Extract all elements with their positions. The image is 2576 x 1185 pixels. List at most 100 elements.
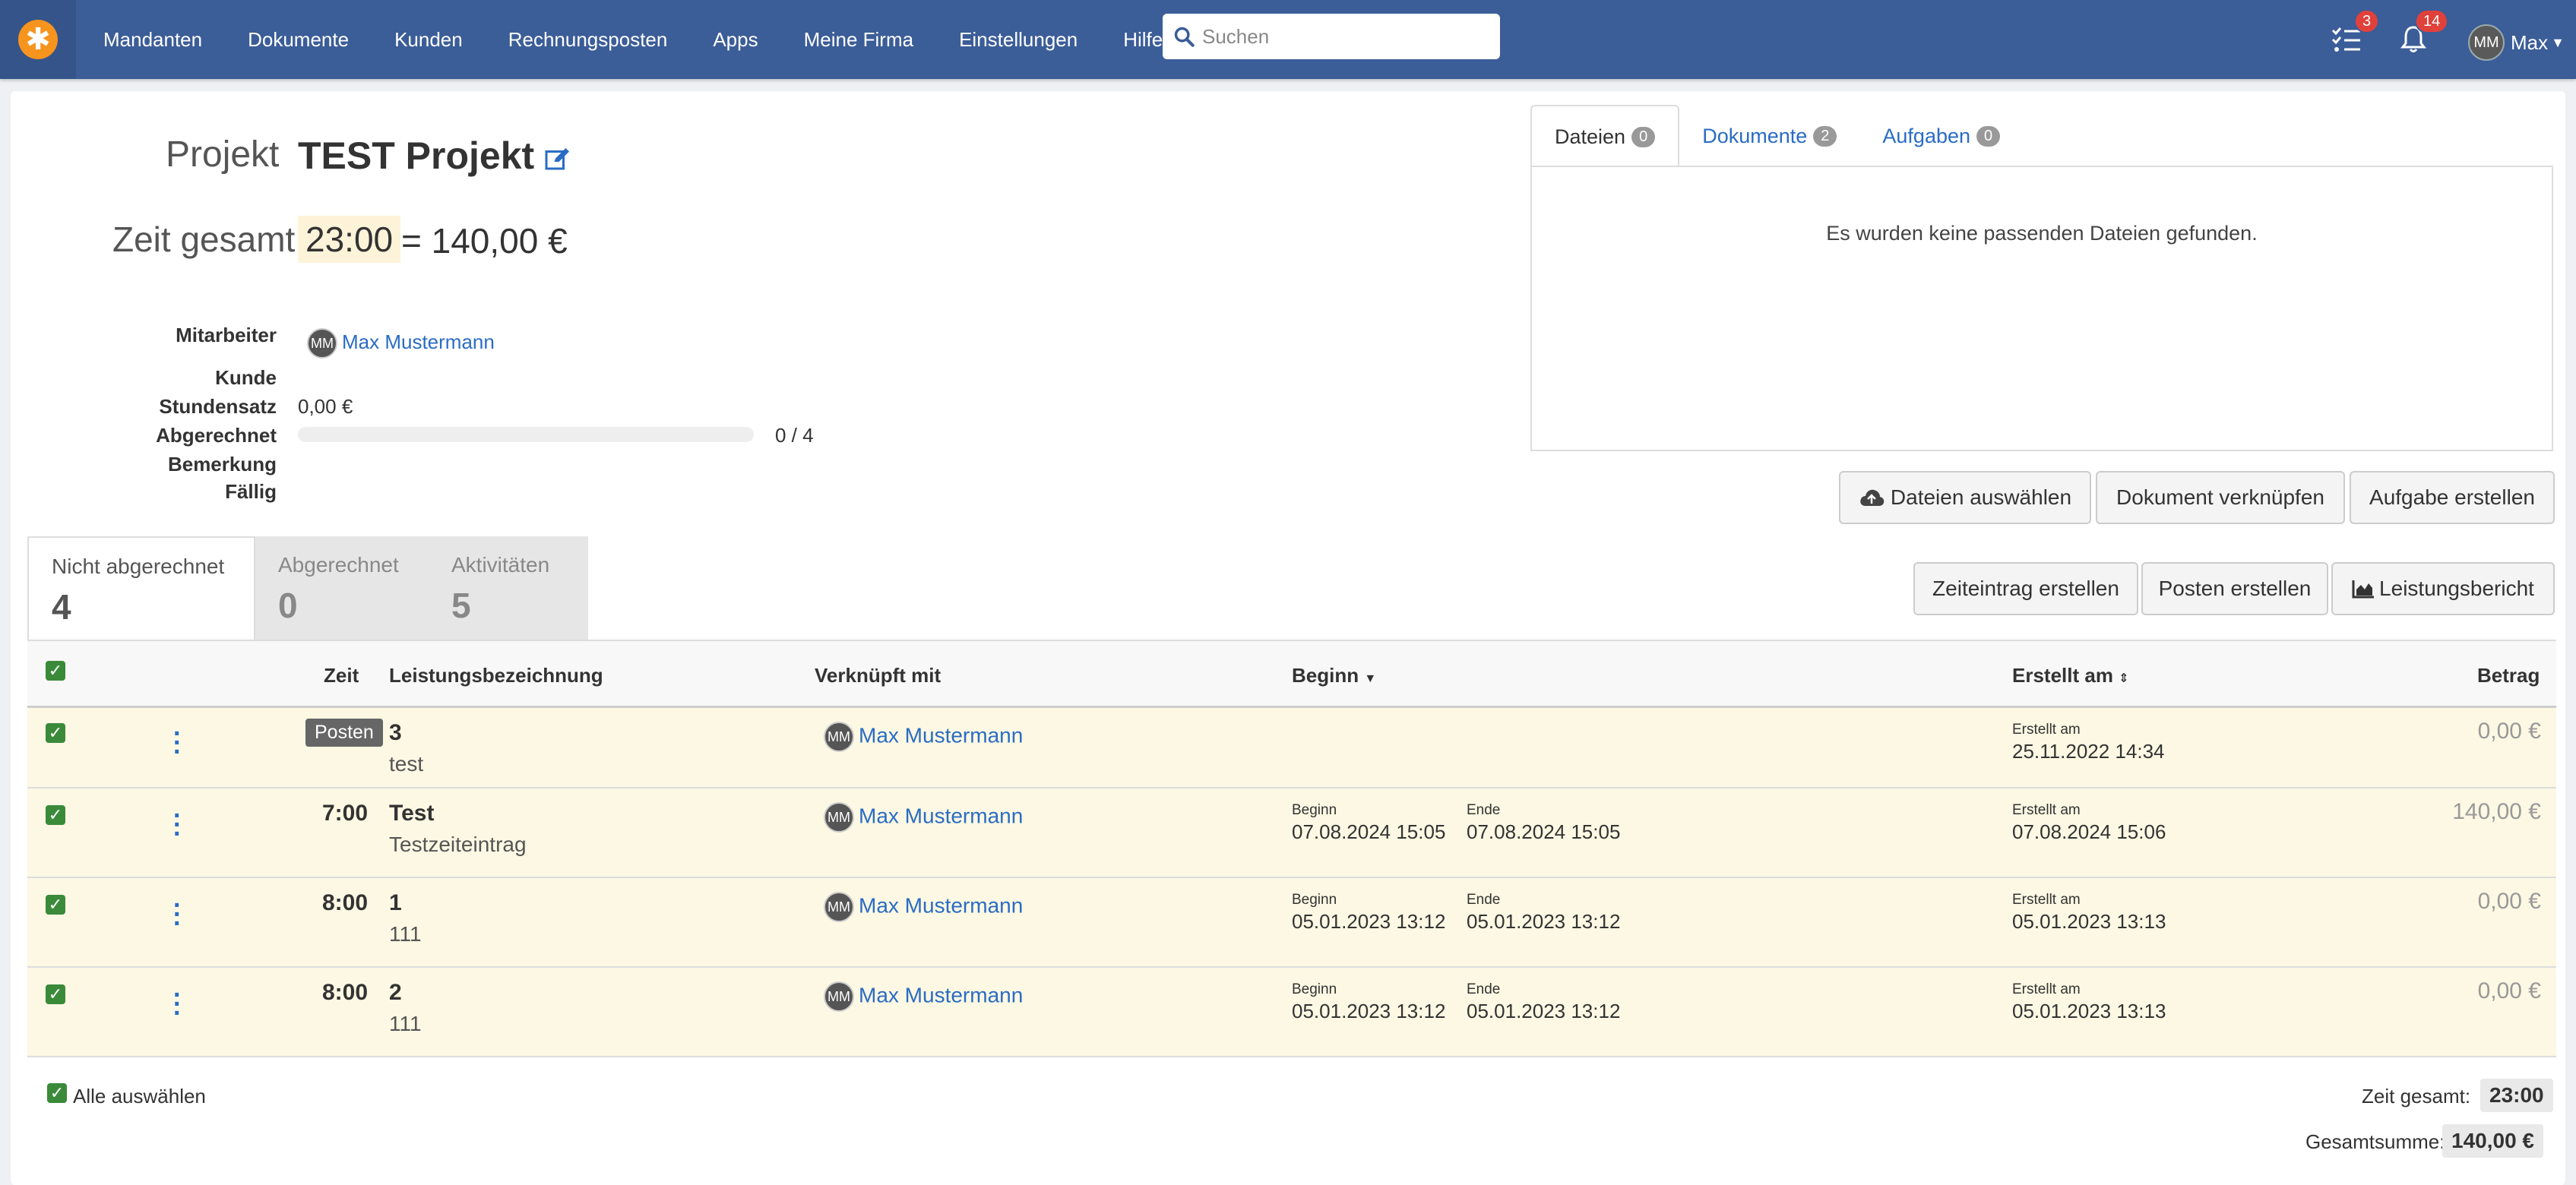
- row-user-link[interactable]: Max Mustermann: [859, 893, 1023, 917]
- row-amount: 140,00 €: [2452, 799, 2541, 824]
- files-tabs: Dateien 0 Dokumente 2 Aufgaben 0: [1530, 105, 2023, 167]
- row-user-link[interactable]: Max Mustermann: [859, 723, 1023, 747]
- row-checkbox[interactable]: ✓: [46, 984, 65, 1004]
- notifications-badge: 14: [2415, 9, 2449, 33]
- files-panel: Es wurden keine passenden Dateien gefund…: [1530, 166, 2553, 451]
- abgerechnet-value: 0 / 4: [775, 424, 814, 447]
- header-verknuepft: Verknüpft mit: [815, 664, 941, 687]
- header-erstellt[interactable]: Erstellt am ⇕: [2012, 664, 2129, 687]
- table-row[interactable]: ✓ · · · 8:00 2 111 MM Max Mustermann Beginn…: [27, 968, 2556, 1057]
- begin-label: Beginn: [1292, 981, 1337, 997]
- table-row[interactable]: ✓ · · · 8:00 1 111 MM Max Mustermann Beginn…: [27, 878, 2556, 968]
- sort-desc-icon: ▼: [1364, 672, 1377, 685]
- row-amount: 0,00 €: [2477, 889, 2541, 914]
- header-zeit: Zeit: [324, 664, 359, 687]
- tab-count: 0: [1976, 125, 2001, 147]
- table-row[interactable]: ✓ · · · 7:00 Test Testzeiteintrag MM Max Mu…: [27, 788, 2556, 878]
- project-title: TEST Projekt: [298, 134, 535, 177]
- tab-label: Dateien: [1555, 125, 1626, 148]
- table-row[interactable]: ✓ · · · Posten 3 test MM Max Mustermann Ers…: [27, 708, 2556, 788]
- created-value: 07.08.2024 15:06: [2012, 820, 2166, 843]
- search-box: [1163, 14, 1500, 59]
- nav-item-mandanten[interactable]: Mandanten: [81, 28, 225, 52]
- bemerkung-label: Bemerkung: [167, 453, 277, 476]
- tab-nicht-abgerechnet[interactable]: Nicht abgerechnet 4: [27, 536, 255, 640]
- nav-item-rechnungsposten[interactable]: Rechnungsposten: [486, 28, 691, 52]
- more-vertical-icon[interactable]: · · ·: [173, 721, 182, 765]
- create-item-button[interactable]: Posten erstellen: [2141, 562, 2328, 615]
- tasks-menu[interactable]: 3: [2327, 9, 2380, 59]
- more-vertical-icon[interactable]: · · ·: [173, 893, 182, 937]
- tab-aufgaben[interactable]: Aufgaben 0: [1859, 105, 2023, 167]
- search-input[interactable]: [1201, 24, 1492, 49]
- row-time: 8:00: [321, 890, 368, 915]
- create-time-entry-button[interactable]: Zeiteintrag erstellen: [1913, 562, 2138, 615]
- notifications-menu[interactable]: 14: [2394, 9, 2449, 59]
- row-user-link[interactable]: Max Mustermann: [859, 804, 1023, 827]
- mitarbeiter-label: Mitarbeiter: [176, 324, 277, 346]
- time-total-value: 23:00: [298, 216, 401, 263]
- abgerechnet-progress: [298, 427, 754, 442]
- cloud-upload-icon: [1860, 489, 1885, 506]
- performance-report-label: Leistungsbericht: [2379, 577, 2534, 600]
- end-label: Ende: [1467, 892, 1501, 908]
- user-menu[interactable]: MM Max ▼: [2468, 24, 2565, 61]
- files-empty-text: Es wurden keine passenden Dateien gefund…: [1826, 222, 2258, 245]
- mitarbeiter-link[interactable]: Max Mustermann: [342, 330, 495, 353]
- header-betrag: Betrag: [2477, 664, 2540, 687]
- nav-item-apps[interactable]: Apps: [690, 28, 780, 52]
- gesamtsumme-label: Gesamtsumme:: [2305, 1130, 2445, 1153]
- tab-aktivitaeten[interactable]: Aktivitäten 5: [429, 536, 588, 640]
- row-amount: 0,00 €: [2477, 978, 2541, 1003]
- end-value: 05.01.2023 13:12: [1467, 1000, 1621, 1022]
- more-vertical-icon[interactable]: · · ·: [173, 803, 182, 847]
- select-files-button[interactable]: Dateien auswählen: [1839, 471, 2091, 524]
- row-user: MM Max Mustermann: [824, 892, 1023, 922]
- nav-item-einstellungen[interactable]: Einstellungen: [936, 28, 1100, 52]
- select-all-footer-checkbox[interactable]: ✓: [47, 1083, 67, 1103]
- tab-label: Aktivitäten: [451, 553, 550, 577]
- row-checkbox[interactable]: ✓: [46, 723, 65, 743]
- performance-report-button[interactable]: Leistungsbericht: [2331, 562, 2555, 615]
- tab-label: Abgerechnet: [278, 553, 399, 577]
- row-checkbox[interactable]: ✓: [46, 805, 65, 825]
- header-beginn[interactable]: Beginn ▼: [1292, 664, 1376, 687]
- edit-icon[interactable]: [544, 146, 571, 177]
- brand-logo[interactable]: ✱: [0, 0, 76, 79]
- row-title: 2: [389, 980, 402, 1005]
- search-icon: [1174, 27, 1195, 47]
- tab-abgerechnet[interactable]: Abgerechnet 0: [255, 536, 429, 640]
- tab-dokumente[interactable]: Dokumente 2: [1679, 105, 1859, 167]
- asterisk-icon: ✱: [18, 20, 58, 59]
- create-task-button[interactable]: Aufgabe erstellen: [2350, 471, 2555, 524]
- tab-dateien[interactable]: Dateien 0: [1530, 105, 1680, 167]
- tab-count: 4: [52, 587, 71, 627]
- tasks-badge: 3: [2354, 9, 2380, 33]
- mitarbeiter-value: MM Max Mustermann: [307, 328, 495, 359]
- sort-icon: ⇕: [2119, 672, 2129, 685]
- select-all-checkbox[interactable]: ✓: [46, 661, 65, 681]
- row-title: 1: [389, 890, 402, 915]
- end-value: 05.01.2023 13:12: [1467, 910, 1621, 933]
- tab-count: 0: [278, 586, 298, 625]
- zeit-gesamt-label: Zeit gesamt:: [2362, 1085, 2471, 1108]
- row-user-link[interactable]: Max Mustermann: [859, 983, 1023, 1006]
- nav-item-dokumente[interactable]: Dokumente: [225, 28, 372, 52]
- end-value: 07.08.2024 15:05: [1467, 820, 1621, 843]
- main-nav: Mandanten Dokumente Kunden Rechnungspost…: [81, 0, 1197, 79]
- nav-item-kunden[interactable]: Kunden: [372, 28, 486, 52]
- faellig-label: Fällig: [225, 480, 277, 503]
- link-document-button[interactable]: Dokument verknüpfen: [2096, 471, 2345, 524]
- more-vertical-icon[interactable]: · · ·: [173, 982, 182, 1026]
- begin-value: 07.08.2024 15:05: [1292, 820, 1446, 843]
- top-navbar: ✱ Mandanten Dokumente Kunden Rechnungspo…: [0, 0, 2576, 79]
- row-checkbox[interactable]: ✓: [46, 895, 65, 915]
- nav-item-meine-firma[interactable]: Meine Firma: [781, 28, 936, 52]
- avatar: MM: [824, 802, 854, 833]
- user-name: Max: [2511, 30, 2549, 54]
- begin-label: Beginn: [1292, 892, 1337, 908]
- select-all-label[interactable]: Alle auswählen: [73, 1085, 206, 1108]
- created-label: Erstellt am: [2012, 802, 2081, 818]
- tab-label: Nicht abgerechnet: [52, 555, 225, 578]
- time-total-amount: = 140,00 €: [401, 221, 568, 261]
